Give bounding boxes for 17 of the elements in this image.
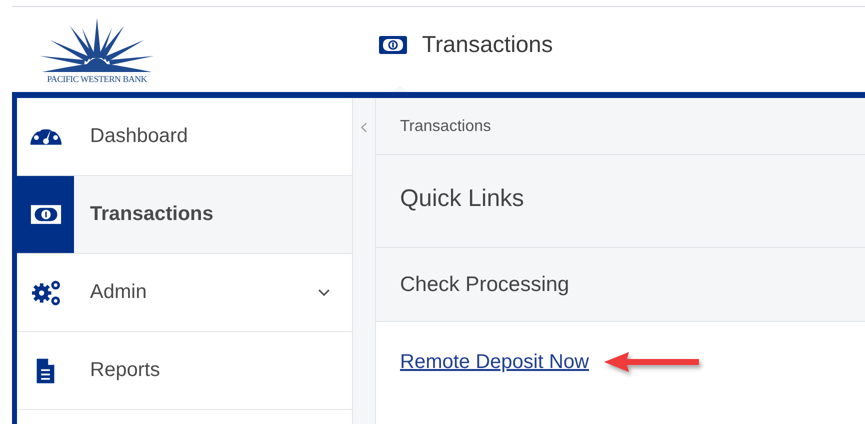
section-title: Check Processing	[400, 273, 570, 296]
document-icon	[35, 356, 56, 384]
banknote-icon	[30, 204, 62, 225]
chevron-left-icon	[360, 122, 368, 133]
page-title: Transactions	[422, 31, 553, 58]
section-title: Quick Links	[400, 185, 524, 212]
gears-icon	[30, 278, 62, 306]
chevron-down-icon	[318, 288, 330, 296]
link[interactable]: Remote Deposit Now	[400, 350, 589, 374]
bank-logo[interactable]: PACIFIC WESTERN BANK	[22, 16, 172, 84]
pointer-notch	[392, 86, 408, 92]
banknote-icon	[378, 34, 408, 54]
collapse-panel[interactable]	[352, 98, 376, 424]
breadcrumb: Transactions	[400, 118, 491, 135]
gauge-icon	[28, 128, 62, 146]
sidebar-item[interactable]: Transactions	[17, 176, 352, 254]
logo-text: PACIFIC WESTERN BANK	[46, 74, 148, 84]
